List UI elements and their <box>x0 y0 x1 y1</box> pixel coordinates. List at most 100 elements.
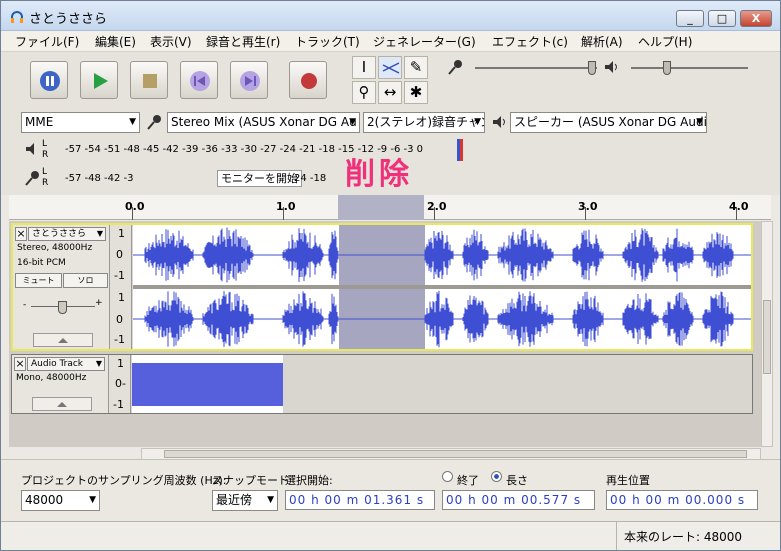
track-vertical-scale: 1 0- -1 <box>109 355 131 413</box>
scale-label: 1 <box>118 291 125 304</box>
collapse-track-button[interactable] <box>33 333 93 347</box>
double-arrow-icon: ↔ <box>383 83 397 101</box>
record-button[interactable] <box>289 61 327 99</box>
record-meter-scale[interactable]: -57 -48 -42 -3 <box>65 173 134 184</box>
input-device-value: Stereo Mix (ASUS Xonar DG Au <box>171 115 357 129</box>
output-volume-slider[interactable] <box>631 67 748 69</box>
solo-button[interactable]: ソロ <box>63 273 108 288</box>
pause-button[interactable] <box>30 61 68 99</box>
menu-bar: ファイル(F) 編集(E) 表示(V) 録音と再生(r) トラック(T) ジェネ… <box>1 31 780 52</box>
length-radio[interactable] <box>491 471 502 482</box>
input-device-select[interactable]: Stereo Mix (ASUS Xonar DG Au ▼ <box>167 112 360 133</box>
horizontal-scrollbar-thumb[interactable] <box>164 450 747 458</box>
menu-help[interactable]: ヘルプ(H) <box>638 33 692 50</box>
window-title: さとうささら <box>29 12 108 27</box>
track-close-button[interactable]: × <box>15 227 27 241</box>
channels-select[interactable]: 2(ステレオ)録音チャン ▼ <box>363 112 485 133</box>
selection-tool[interactable]: I <box>352 56 376 79</box>
length-radio-label: 長さ <box>506 474 528 487</box>
project-rate-select[interactable]: 48000 ▼ <box>21 490 100 511</box>
selection-length-field[interactable]: 00 h 00 m 00.577 s <box>442 490 595 510</box>
ruler-label: 0.0 <box>125 200 145 213</box>
draw-tool[interactable]: ✎ <box>404 56 428 79</box>
speaker-icon <box>26 143 34 155</box>
host-select[interactable]: MME ▼ <box>21 112 140 133</box>
scale-label: 1 <box>118 227 125 240</box>
waveform-left-channel[interactable] <box>133 225 751 285</box>
zoom-tool[interactable]: ⚲ <box>352 81 376 104</box>
ruler-label: 3.0 <box>578 200 598 213</box>
gain-plus-label: + <box>95 298 103 308</box>
skip-to-end-button[interactable] <box>230 61 268 99</box>
menu-effect[interactable]: エフェクト(c) <box>492 33 568 50</box>
envelope-tool[interactable] <box>378 56 402 79</box>
waveform-samples <box>144 227 734 283</box>
stop-icon <box>143 74 157 88</box>
menu-view[interactable]: 表示(V) <box>150 33 192 50</box>
menu-generate[interactable]: ジェネレーター(G) <box>373 33 476 50</box>
selection-start-field[interactable]: 00 h 00 m 01.361 s <box>285 490 435 510</box>
maximize-button[interactable]: □ <box>708 10 736 27</box>
track-control-panel: × Audio Track ▼ Mono, 48000Hz <box>12 355 109 413</box>
collapse-track-button[interactable] <box>32 397 92 411</box>
track-name-button[interactable]: Audio Track ▼ <box>27 357 105 371</box>
mute-button[interactable]: ミュート <box>15 273 62 288</box>
track-name: さとうささら <box>32 229 87 239</box>
timeline-ruler[interactable]: 0.0 1.0 2.0 3.0 4.0 <box>9 195 771 220</box>
project-rate-value: 48000 <box>25 493 64 507</box>
chevron-down-icon: ▼ <box>89 495 96 505</box>
menu-edit[interactable]: 編集(E) <box>95 33 136 50</box>
triangle-up-icon <box>57 402 67 407</box>
chevron-down-icon: ▼ <box>696 117 703 127</box>
multi-tool[interactable]: ✱ <box>404 81 428 104</box>
microphone-icon <box>448 60 462 75</box>
track-satoh[interactable]: × さとうささら ▼ Stereo, 48000Hz 16-bit PCM ミュー… <box>11 223 753 351</box>
input-volume-slider[interactable] <box>475 67 597 69</box>
track-audio[interactable]: × Audio Track ▼ Mono, 48000Hz 1 0- -1 <box>11 354 753 414</box>
chevron-down-icon: ▼ <box>349 117 356 127</box>
input-volume-thumb[interactable] <box>588 61 596 75</box>
waveform-block <box>132 363 283 406</box>
menu-analyze[interactable]: 解析(A) <box>581 33 623 50</box>
start-monitoring-button[interactable]: モニターを開始 <box>217 170 302 187</box>
selection-start-label: 選択開始: <box>285 474 333 487</box>
scale-label: 1 <box>117 357 124 370</box>
rec-meter-lr: LR <box>42 167 49 188</box>
waveform-right-channel[interactable] <box>133 289 751 349</box>
waveform-mono[interactable] <box>132 355 283 413</box>
track-control-panel: × さとうささら ▼ Stereo, 48000Hz 16-bit PCM ミュー… <box>13 225 110 349</box>
vertical-scrollbar-thumb[interactable] <box>763 300 771 374</box>
playback-position-label: 再生位置 <box>606 474 650 487</box>
scale-label: -1 <box>114 269 125 282</box>
chevron-down-icon: ▼ <box>129 117 136 127</box>
skip-start-icon <box>190 71 210 91</box>
stop-button[interactable] <box>130 61 168 99</box>
track-name-button[interactable]: さとうささら ▼ <box>28 227 106 241</box>
waveform-samples <box>144 290 734 348</box>
close-button[interactable]: X <box>740 10 772 27</box>
output-volume-thumb[interactable] <box>663 61 671 75</box>
track-close-button[interactable]: × <box>14 357 26 371</box>
gain-slider-thumb[interactable] <box>58 301 67 314</box>
output-device-value: スピーカー (ASUS Xonar DG Audio <box>514 115 707 129</box>
channels-value: 2(ステレオ)録音チャン <box>367 115 485 129</box>
skip-to-start-button[interactable] <box>180 61 218 99</box>
menu-tracks[interactable]: トラック(T) <box>295 33 360 50</box>
end-radio-label: 終了 <box>457 474 479 487</box>
project-rate-label: プロジェクトのサンプリング周波数 (Hz): <box>21 474 227 487</box>
output-device-select[interactable]: スピーカー (ASUS Xonar DG Audio ▼ <box>510 112 707 133</box>
snap-mode-select[interactable]: 最近傍 ▼ <box>212 490 278 511</box>
minimize-button[interactable]: _ <box>676 10 704 27</box>
title-bar: さとうささら _ □ X <box>1 1 780 31</box>
play-button[interactable] <box>80 61 118 99</box>
timeshift-tool[interactable]: ↔ <box>378 81 402 104</box>
menu-file[interactable]: ファイル(F) <box>15 33 79 50</box>
playback-position-field[interactable]: 00 h 00 m 00.000 s <box>606 490 758 510</box>
vertical-scrollbar[interactable] <box>761 221 773 447</box>
track-bitdepth: 16-bit PCM <box>17 258 66 268</box>
play-meter-lr: LR <box>42 139 49 160</box>
headphones-icon <box>11 11 23 23</box>
end-radio[interactable] <box>442 471 453 482</box>
menu-transport[interactable]: 録音と再生(r) <box>206 33 280 50</box>
chevron-down-icon: ▼ <box>96 229 103 238</box>
